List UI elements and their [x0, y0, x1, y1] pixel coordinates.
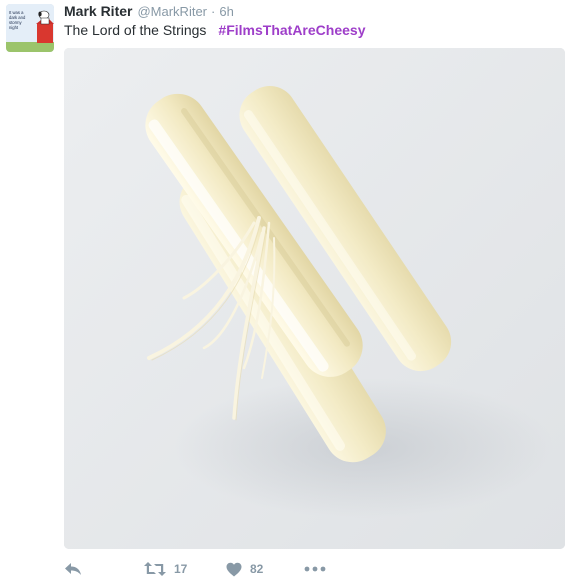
more-button[interactable]	[304, 558, 326, 580]
hashtag-link[interactable]: #FilmsThatAreCheesy	[218, 22, 365, 38]
reply-button[interactable]	[64, 558, 82, 580]
string-cheese-image	[64, 48, 565, 549]
author-username[interactable]: @MarkRiter	[137, 3, 207, 21]
avatar[interactable]: It was a dark and stormy night	[6, 4, 54, 52]
tweet-body-text: The Lord of the Strings	[64, 22, 207, 38]
more-icon	[304, 566, 326, 572]
retweet-button[interactable]: 17	[144, 558, 187, 580]
retweet-count: 17	[174, 562, 188, 576]
tweet-header: Mark Riter @MarkRiter · 6h	[64, 2, 234, 20]
reply-icon	[64, 561, 82, 577]
tweet: It was a dark and stormy night Mark Rite…	[0, 0, 573, 586]
like-count: 82	[250, 562, 264, 576]
heart-icon	[226, 562, 242, 577]
like-button[interactable]: 82	[226, 558, 263, 580]
separator-dot: ·	[211, 4, 216, 19]
tweet-media-photo[interactable]	[64, 48, 565, 549]
tweet-timestamp[interactable]: 6h	[219, 3, 233, 21]
retweet-icon	[144, 561, 166, 577]
tweet-actions: 17 82	[64, 558, 464, 580]
avatar-caption-line: night	[9, 25, 19, 30]
avatar-image: It was a dark and stormy night	[6, 4, 54, 52]
author-fullname[interactable]: Mark Riter	[64, 2, 132, 20]
tweet-text: The Lord of the Strings #FilmsThatAreChee…	[64, 20, 365, 40]
